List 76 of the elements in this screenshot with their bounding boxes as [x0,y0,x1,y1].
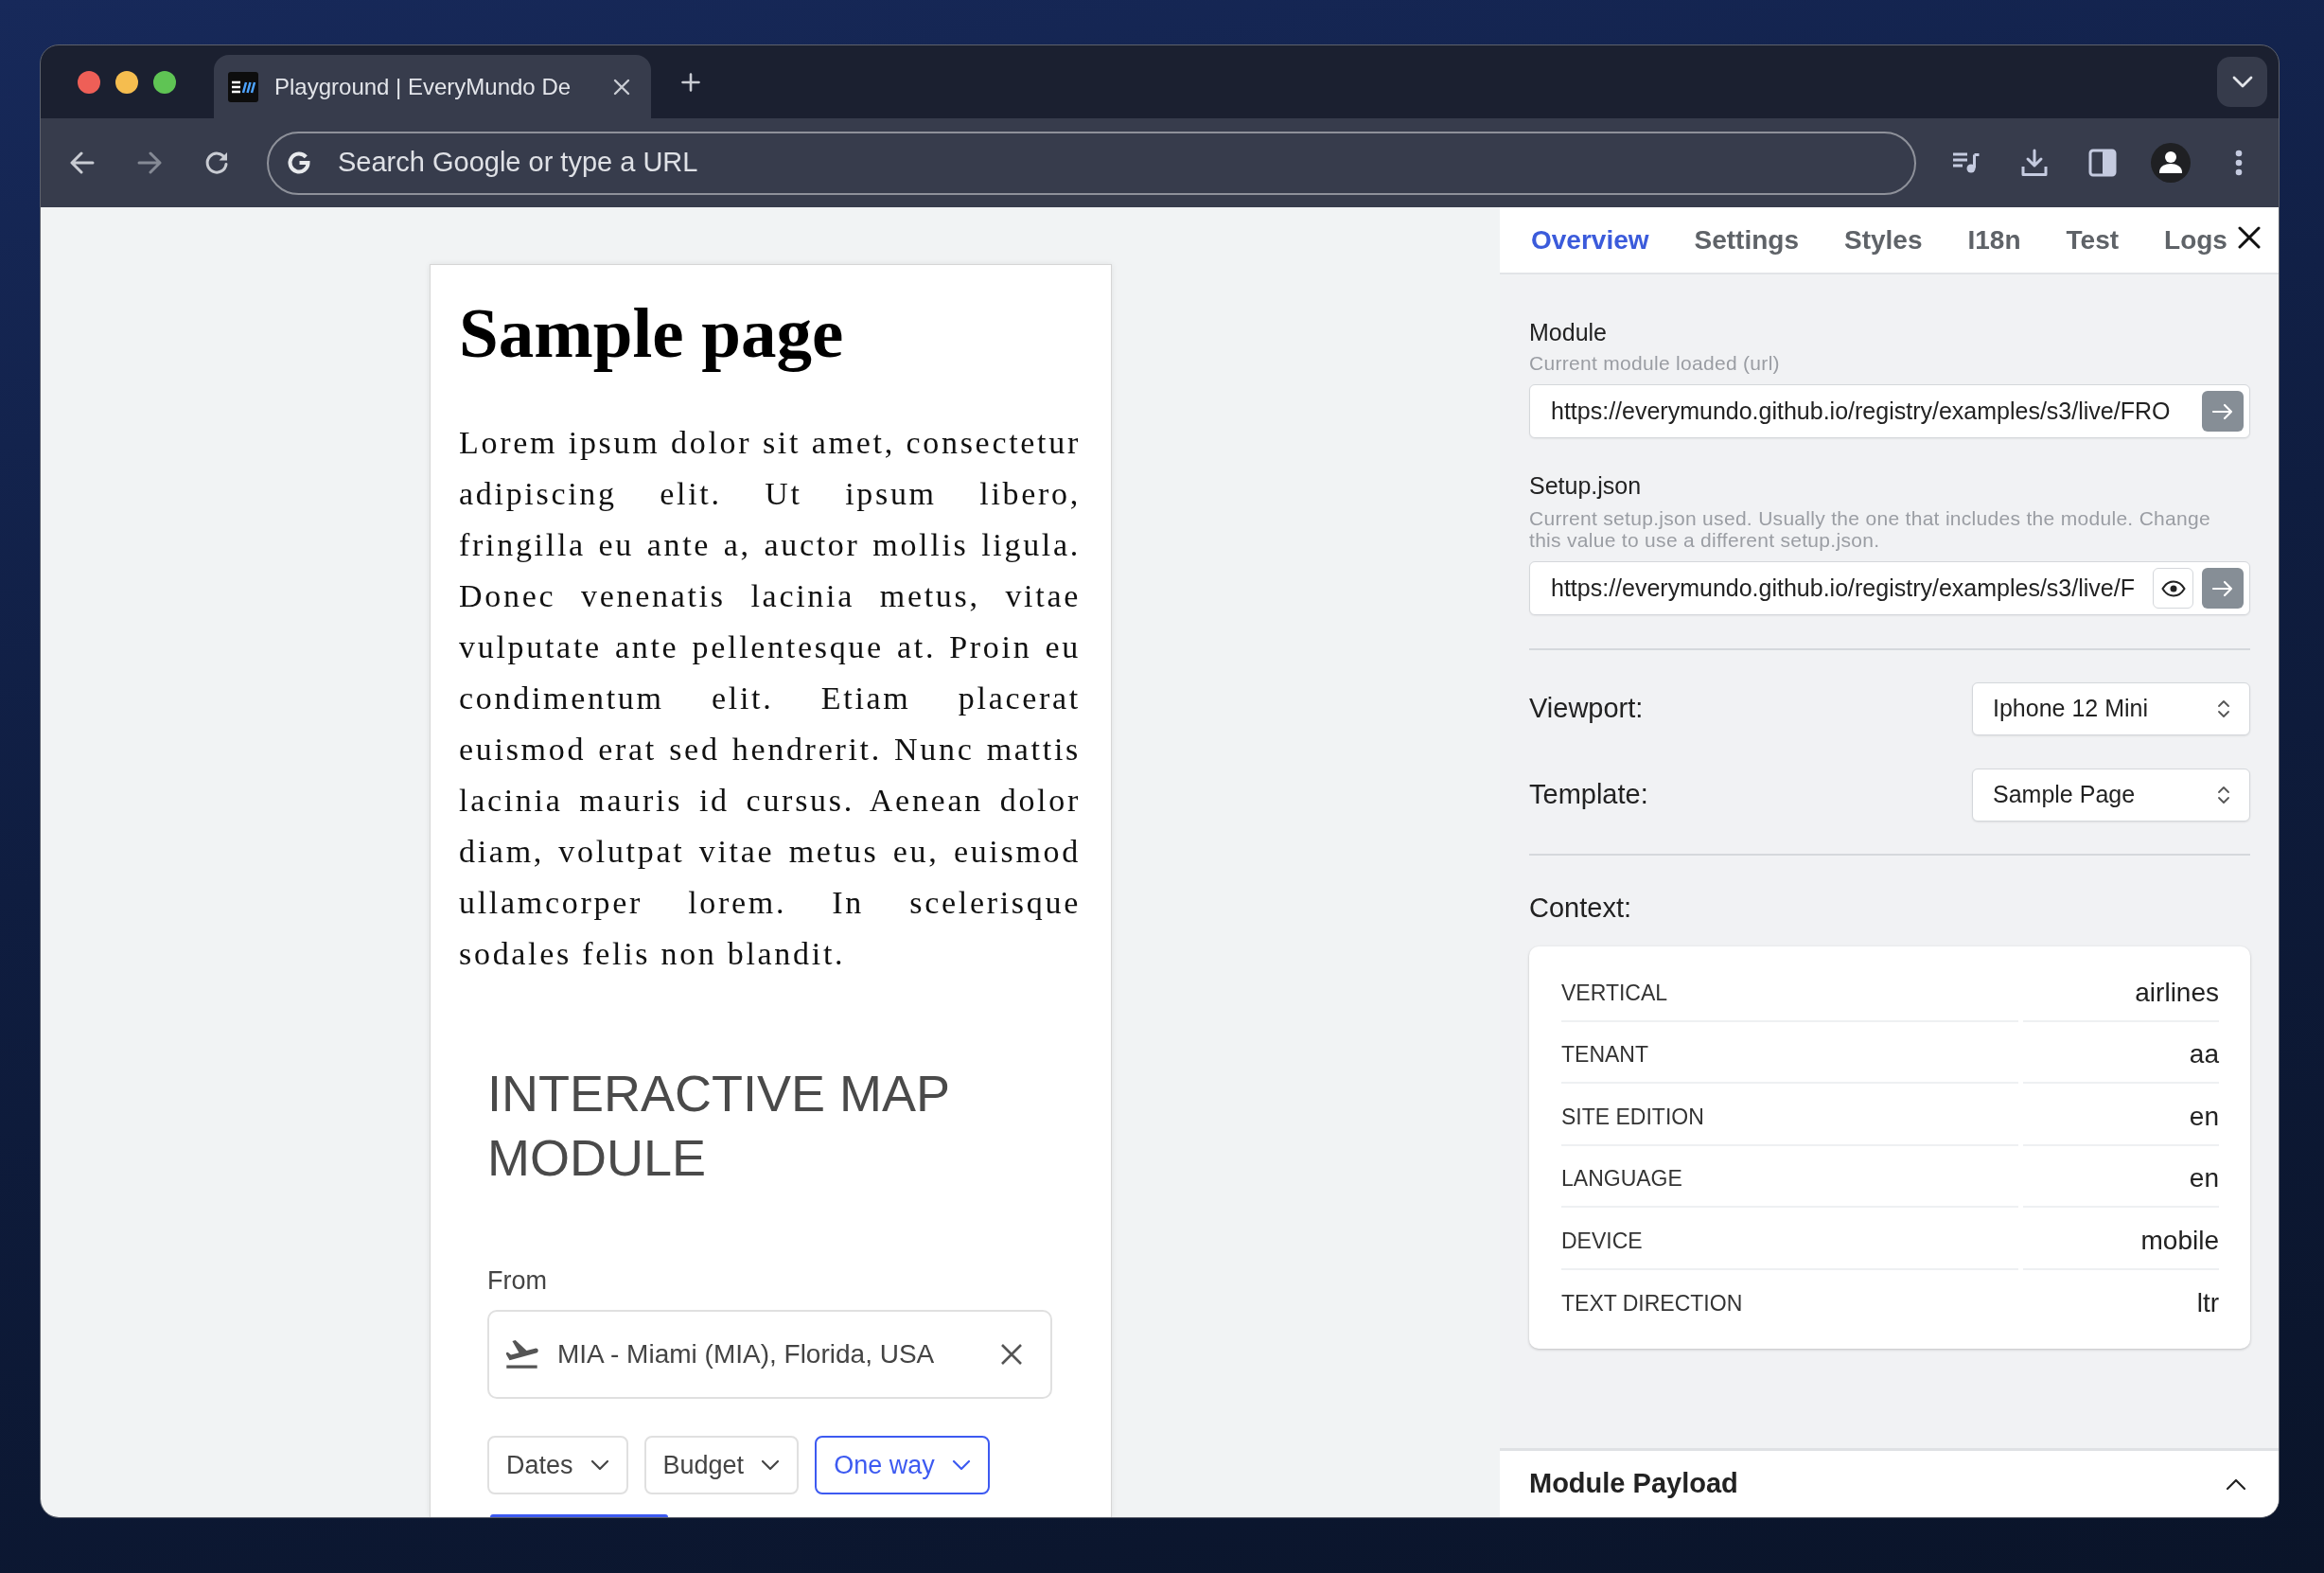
context-value: aa [2023,1021,2219,1084]
context-value: airlines [2023,960,2219,1022]
field-hint: Current setup.json used. Usually the one that includes the module. Change this value to use a different setup.json. [1529,507,2211,551]
section-title: Module Payload [1529,1467,1738,1501]
close-icon[interactable] [2238,225,2261,249]
up-down-chevron-icon [2217,698,2230,719]
field-label: Template: [1529,778,1648,812]
context-key: TENANT [1561,1021,2018,1084]
context-key: TEXT DIRECTION [1561,1269,2018,1332]
origin-field[interactable]: MIA - Miami (MIA), Florida, USA [487,1310,1052,1399]
context-value: en [2023,1084,2219,1146]
clear-icon[interactable] [1000,1343,1023,1366]
chevron-down-icon [2231,76,2253,88]
back-arrow-icon [70,151,95,174]
more-menu-icon [2235,150,2243,176]
chevron-down-icon [761,1459,781,1471]
airplane-takeoff-icon [506,1340,538,1369]
url-field[interactable]: https://everymundo.github.io/registry/examples/s3/live/FRO [1529,384,2250,438]
context-value: ltr [2195,1287,2219,1320]
reload-icon [204,150,229,175]
context-value: mobile [2023,1208,2219,1270]
g-logo-icon [287,150,311,175]
panel-tab[interactable]: Overview [1531,214,1649,266]
page-heading: Sample page [459,292,845,374]
url-field[interactable]: https://everymundo.github.io/registry/examples/s3/live/F [1529,561,2250,615]
field-label: Viewport: [1529,692,1644,726]
browser-tab[interactable]: Playground | EveryMundo De [214,55,651,118]
music-list-icon [1952,151,1981,174]
panel-tab[interactable]: Styles [1844,214,1923,266]
body-paragraph: Lorem ipsum dolor sit amet, consectetur adipiscing elit. Ut ipsum libero, fringilla eu ante a, auctor mollis ligula. Donec venenatis lacinia metus, vitae vulputate ante pellentesque at. Proin eu condimentum elit. Etiam placerat euismod erat sed hendrerit. Nunc mattis lacinia mauris id cursus. Aenean dolor diam, volutpat vitae metus eu, euismod ullamcorper lorem. In scelerisque sodales felis non blandit. [459,424,1081,973]
go-button[interactable] [2202,391,2244,432]
window-close-button[interactable] [78,70,100,94]
filter-dropdown[interactable]: Dates [487,1436,628,1494]
arrow-right-icon [2211,402,2234,420]
context-key: VERTICAL [1561,960,2018,1022]
module-title: INTERACTIVE MAP MODULE [487,1064,951,1188]
field-hint: Current module loaded (url) [1529,352,1781,374]
window-maximize-button[interactable] [153,70,176,94]
filter-dropdown[interactable]: Budget [643,1436,800,1494]
field-label: Module [1529,318,1608,346]
context-key: DEVICE [1561,1208,2018,1270]
field-label: Setup.json [1529,471,1643,500]
origin-input[interactable]: MIA - Miami (MIA), Florida, USA [557,1334,981,1374]
context-value: en [2023,1145,2219,1208]
panel-tab[interactable]: Logs [2164,214,2227,266]
chevron-down-icon [590,1459,609,1471]
new-tab-plus-icon[interactable] [681,72,700,92]
dropdown-select[interactable]: Sample Page [1972,769,2250,822]
url-input[interactable]: https://everymundo.github.io/registry/examples/s3/live/FRO [1551,393,2193,430]
chevron-down-icon [951,1459,971,1471]
download-icon [2021,149,2048,177]
url-input[interactable]: https://everymundo.github.io/registry/examples/s3/live/F [1551,570,2144,607]
tab-menu-button[interactable] [2217,57,2267,107]
side-panel-icon [2088,149,2117,177]
address-bar[interactable]: Search Google or type a URL [267,131,1916,195]
context-key: SITE EDITION [1561,1084,2018,1146]
favicon-icon [228,71,258,102]
address-input[interactable]: Search Google or type a URL [338,142,1914,184]
section-title: Context: [1529,892,1632,925]
filter-dropdown[interactable]: One way [815,1436,990,1494]
payload-header[interactable]: Module Payload [1500,1448,2279,1517]
context-key: LANGUAGE [1561,1145,2018,1208]
eye-icon [2160,579,2186,597]
arrow-right-icon [2211,579,2234,597]
field-label: From [487,1265,548,1296]
go-button[interactable] [2202,568,2244,609]
dropdown-select[interactable]: Iphone 12 Mini [1972,682,2250,735]
forward-arrow-icon [137,151,162,174]
panel-tab[interactable]: Settings [1694,214,1799,266]
window-minimize-button[interactable] [115,70,138,94]
chevron-up-icon [2226,1477,2246,1491]
avatar-icon [2151,143,2191,183]
preview-button[interactable] [2153,568,2193,609]
up-down-chevron-icon [2217,785,2230,805]
panel-tab[interactable]: I18n [1967,214,2021,266]
panel-tab[interactable]: Test [2066,214,2120,266]
